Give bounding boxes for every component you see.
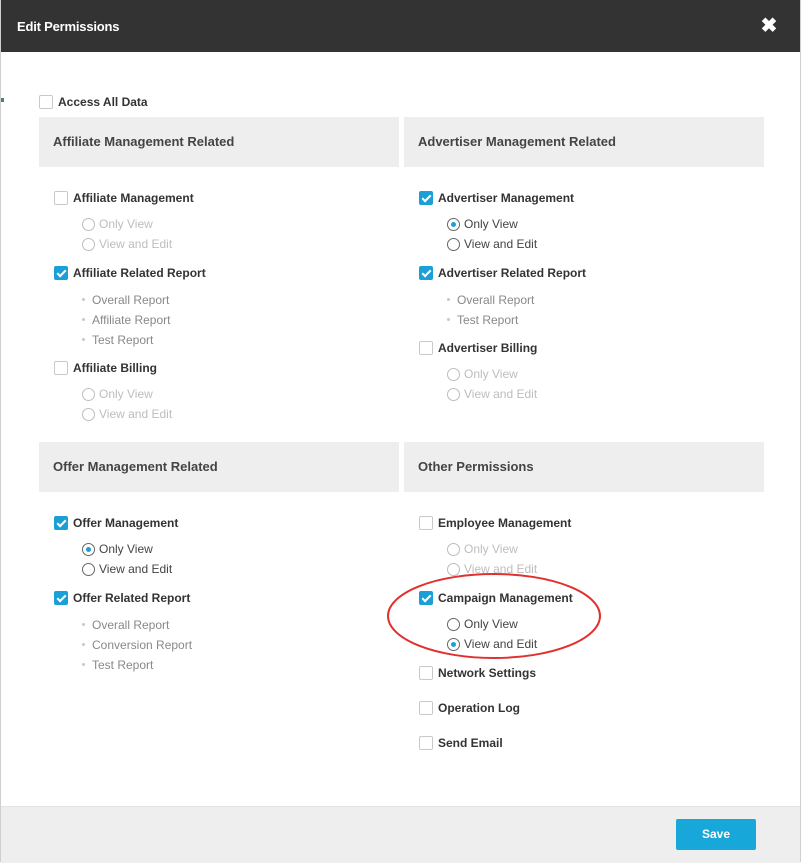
bullet bbox=[82, 298, 85, 301]
affiliate-management-checkbox[interactable] bbox=[54, 191, 68, 205]
offer-management-view-edit-radio[interactable] bbox=[82, 563, 95, 576]
dialog-footer: Save bbox=[1, 806, 800, 863]
employee-management-only-view-radio[interactable] bbox=[447, 543, 460, 556]
dialog-header: Edit Permissions ✖ bbox=[1, 0, 800, 52]
access-all-data-checkbox[interactable] bbox=[39, 95, 53, 109]
campaign-management-view-edit-radio[interactable] bbox=[447, 638, 460, 651]
report-item: Conversion Report bbox=[92, 638, 193, 652]
offer-management-only-view-radio[interactable] bbox=[82, 543, 95, 556]
radio-label: View and Edit bbox=[464, 637, 538, 651]
advertiser-billing-view-edit-radio[interactable] bbox=[447, 388, 460, 401]
report-item: Overall Report bbox=[92, 293, 170, 307]
radio-label: Only View bbox=[464, 217, 518, 231]
employee-management-checkbox[interactable] bbox=[419, 516, 433, 530]
bullet bbox=[447, 318, 450, 321]
radio-label: Only View bbox=[99, 542, 153, 556]
section-title: Offer Management Related bbox=[53, 459, 218, 474]
bullet bbox=[447, 298, 450, 301]
save-button[interactable]: Save bbox=[676, 819, 756, 850]
section-title: Advertiser Management Related bbox=[418, 134, 616, 149]
access-all-data-label: Access All Data bbox=[58, 95, 148, 109]
advertiser-related-report-checkbox[interactable] bbox=[419, 266, 433, 280]
section-other-header: Other Permissions bbox=[404, 442, 764, 492]
advertiser-billing-only-view-radio[interactable] bbox=[447, 368, 460, 381]
radio-label: View and Edit bbox=[464, 562, 538, 576]
report-item: Overall Report bbox=[457, 293, 535, 307]
affiliate-management-view-edit-radio[interactable] bbox=[82, 238, 95, 251]
affiliate-billing-only-view-radio[interactable] bbox=[82, 388, 95, 401]
operation-log-checkbox[interactable] bbox=[419, 701, 433, 715]
radio-label: Only View bbox=[464, 367, 518, 381]
offer-management-checkbox[interactable] bbox=[54, 516, 68, 530]
radio-label: Only View bbox=[99, 387, 153, 401]
advertiser-related-report-label: Advertiser Related Report bbox=[438, 266, 587, 280]
bullet bbox=[82, 643, 85, 646]
radio-label: View and Edit bbox=[99, 407, 173, 421]
dialog-title: Edit Permissions bbox=[17, 19, 120, 34]
affiliate-related-report-label: Affiliate Related Report bbox=[73, 266, 206, 280]
radio-label: Only View bbox=[464, 542, 518, 556]
advertiser-billing-checkbox[interactable] bbox=[419, 341, 433, 355]
campaign-management-only-view-radio[interactable] bbox=[447, 618, 460, 631]
radio-label: Only View bbox=[99, 217, 153, 231]
operation-log-label: Operation Log bbox=[438, 701, 520, 715]
bullet bbox=[82, 663, 85, 666]
report-item: Test Report bbox=[92, 333, 154, 347]
employee-management-label: Employee Management bbox=[438, 516, 572, 530]
affiliate-management-label: Affiliate Management bbox=[73, 191, 194, 205]
affiliate-management-only-view-radio[interactable] bbox=[82, 218, 95, 231]
advertiser-management-checkbox[interactable] bbox=[419, 191, 433, 205]
section-title: Affiliate Management Related bbox=[53, 134, 235, 149]
affiliate-billing-view-edit-radio[interactable] bbox=[82, 408, 95, 421]
advertiser-management-label: Advertiser Management bbox=[438, 191, 575, 205]
radio-label: View and Edit bbox=[464, 237, 538, 251]
bullet bbox=[82, 338, 85, 341]
offer-related-report-checkbox[interactable] bbox=[54, 591, 68, 605]
report-item: Affiliate Report bbox=[92, 313, 171, 327]
close-icon[interactable]: ✖ bbox=[758, 15, 780, 37]
network-settings-checkbox[interactable] bbox=[419, 666, 433, 680]
report-item: Overall Report bbox=[92, 618, 170, 632]
offer-related-report-label: Offer Related Report bbox=[73, 591, 191, 605]
report-item: Test Report bbox=[457, 313, 519, 327]
bullet bbox=[82, 623, 85, 626]
radio-label: View and Edit bbox=[99, 562, 173, 576]
offer-management-label: Offer Management bbox=[73, 516, 179, 530]
send-email-checkbox[interactable] bbox=[419, 736, 433, 750]
affiliate-billing-label: Affiliate Billing bbox=[73, 361, 157, 375]
section-offer-header: Offer Management Related bbox=[39, 442, 399, 492]
radio-label: Only View bbox=[464, 617, 518, 631]
advertiser-management-only-view-radio[interactable] bbox=[447, 218, 460, 231]
employee-management-view-edit-radio[interactable] bbox=[447, 563, 460, 576]
affiliate-related-report-checkbox[interactable] bbox=[54, 266, 68, 280]
advertiser-management-view-edit-radio[interactable] bbox=[447, 238, 460, 251]
bullet bbox=[82, 318, 85, 321]
radio-label: View and Edit bbox=[464, 387, 538, 401]
campaign-management-checkbox[interactable] bbox=[419, 591, 433, 605]
section-advertiser-header: Advertiser Management Related bbox=[404, 117, 764, 167]
section-affiliate-header: Affiliate Management Related bbox=[39, 117, 399, 167]
edge-marker bbox=[1, 98, 4, 102]
network-settings-label: Network Settings bbox=[438, 666, 537, 680]
report-item: Test Report bbox=[92, 658, 154, 672]
section-title: Other Permissions bbox=[418, 459, 534, 474]
affiliate-billing-checkbox[interactable] bbox=[54, 361, 68, 375]
advertiser-billing-label: Advertiser Billing bbox=[438, 341, 538, 355]
edit-permissions-dialog: Edit Permissions ✖ Access All Data Affil… bbox=[0, 0, 801, 863]
radio-label: View and Edit bbox=[99, 237, 173, 251]
campaign-management-label: Campaign Management bbox=[438, 591, 573, 605]
send-email-label: Send Email bbox=[438, 736, 503, 750]
